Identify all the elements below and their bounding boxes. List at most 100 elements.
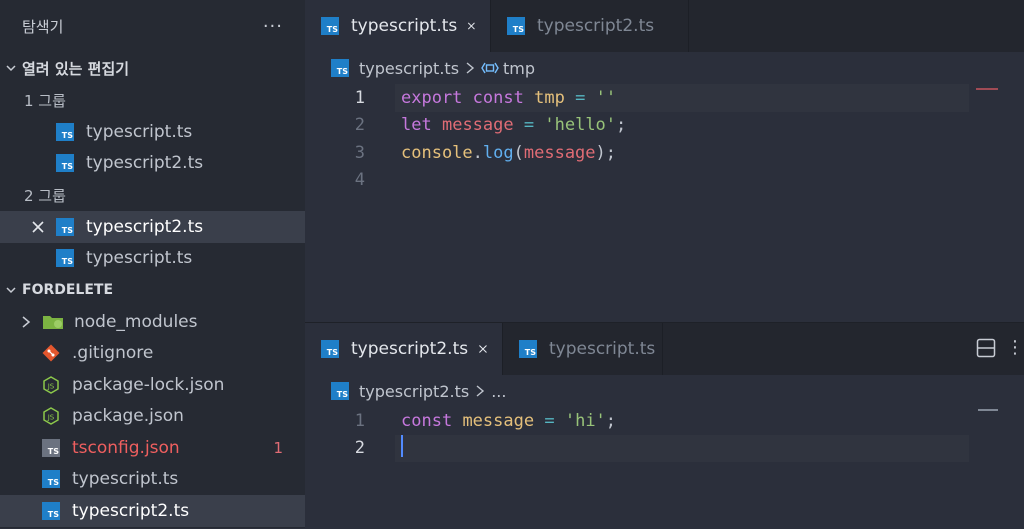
folder-section[interactable]: FORDELETE <box>0 274 305 306</box>
open-editor-item[interactable]: TS typescript.ts <box>0 243 305 275</box>
chevron-right-icon <box>22 316 31 328</box>
open-editors-section[interactable]: 열려 있는 편집기 <box>0 52 305 84</box>
breadcrumb: TS typescript.ts tmp <box>305 52 1024 84</box>
line-number: 1 <box>354 87 365 108</box>
file-name: typescript.ts <box>86 248 193 269</box>
line-text: let message = 'hello'; <box>401 115 627 136</box>
tab-typescript2-ts[interactable]: TS typescript2.ts <box>491 0 689 52</box>
code-line-current[interactable]: 2 <box>305 434 1024 463</box>
tab-bar: TS typescript.ts TS typescript2.ts <box>305 0 1024 52</box>
close-icon[interactable] <box>467 19 476 33</box>
folder-item-package-json[interactable]: JS package.json <box>0 401 305 433</box>
tab-label: typescript2.ts <box>537 16 655 36</box>
code-line[interactable]: 1 export const tmp = '' <box>305 84 1024 112</box>
typescript-file-icon: TS <box>56 154 74 173</box>
folder-icon <box>43 315 63 329</box>
file-name: typescript2.ts <box>72 500 190 521</box>
group-label: 1 그룹 <box>24 91 66 110</box>
typescript-file-icon: TS <box>321 17 339 35</box>
tab-typescript2-ts[interactable]: TS typescript2.ts <box>305 323 503 375</box>
folder-item-typescript2[interactable]: TS typescript2.ts <box>0 495 305 527</box>
typescript-file-icon: TS <box>321 340 339 358</box>
text-cursor <box>401 434 403 457</box>
typescript-file-icon: TS <box>56 122 74 141</box>
breadcrumb: TS typescript2.ts ... <box>305 375 1024 407</box>
line-number: 3 <box>354 142 365 163</box>
typescript-file-icon: TS <box>507 17 525 35</box>
open-editors-title: 열려 있는 편집기 <box>22 59 130 78</box>
git-icon <box>42 344 60 362</box>
editor-group-2: TS typescript2.ts TS typescript.ts ⋮ TS … <box>305 322 1024 529</box>
line-text: export const tmp = '' <box>401 87 617 108</box>
file-name: typescript2.ts <box>86 216 204 237</box>
line-number: 4 <box>354 170 365 191</box>
close-icon[interactable] <box>30 219 46 235</box>
explorer-title: 탐색기 <box>22 17 64 36</box>
folder-item-node-modules[interactable]: node_modules <box>0 306 305 338</box>
typescript-file-icon: TS <box>56 249 74 268</box>
nodejs-icon: JS <box>43 375 59 394</box>
chevron-down-icon <box>2 62 20 74</box>
code-line[interactable]: 3 console.log(message); <box>305 139 1024 167</box>
tab-label: typescript.ts <box>549 339 656 359</box>
line-number: 2 <box>354 438 365 459</box>
open-editor-item[interactable]: TS typescript2.ts <box>0 148 305 180</box>
split-editor-icon[interactable] <box>976 338 996 358</box>
folder-title: FORDELETE <box>22 282 114 298</box>
file-name: .gitignore <box>72 343 154 364</box>
tab-typescript-ts[interactable]: TS typescript.ts <box>503 323 663 375</box>
typescript-file-icon: TS <box>42 470 60 489</box>
editor-group-1: TS typescript.ts TS typescript2.ts TS ty… <box>305 0 1024 322</box>
group-label: 2 그룹 <box>24 186 66 205</box>
svg-text:JS: JS <box>47 414 55 422</box>
folder-item-gitignore[interactable]: .gitignore <box>0 338 305 370</box>
code-area[interactable]: 1 export const tmp = '' 2 let message = … <box>305 84 1024 194</box>
line-number: 1 <box>354 410 365 431</box>
breadcrumb-symbol[interactable]: tmp <box>503 59 535 78</box>
explorer-header: 탐색기 ··· <box>0 0 305 52</box>
chevron-right-icon <box>476 385 485 397</box>
file-name-error: tsconfig.json <box>72 437 180 458</box>
code-area[interactable]: 1 const message = 'hi'; 2 <box>305 407 1024 462</box>
variable-symbol-icon <box>481 62 499 74</box>
typescript-file-icon: TS <box>56 217 74 236</box>
more-actions-icon[interactable]: ⋮ <box>1006 337 1024 358</box>
typescript-file-icon: TS <box>519 340 537 358</box>
file-name: typescript2.ts <box>86 153 204 174</box>
breadcrumb-file[interactable]: typescript.ts <box>359 59 459 78</box>
line-text: console.log(message); <box>401 142 617 163</box>
folder-item-typescript[interactable]: TS typescript.ts <box>0 464 305 496</box>
line-text <box>401 434 403 462</box>
breadcrumb-more[interactable]: ... <box>491 382 506 401</box>
file-name: typescript.ts <box>72 469 179 490</box>
file-name: typescript.ts <box>86 121 193 142</box>
line-number: 2 <box>354 115 365 136</box>
folder-item-package-lock[interactable]: JS package-lock.json <box>0 369 305 401</box>
typescript-file-icon: TS <box>42 501 60 520</box>
open-editor-item[interactable]: TS typescript.ts <box>0 116 305 148</box>
file-name: package-lock.json <box>72 374 225 395</box>
error-count-badge: 1 <box>273 438 283 457</box>
chevron-right-icon <box>466 62 475 74</box>
code-line[interactable]: 1 const message = 'hi'; <box>305 407 1024 435</box>
tab-label: typescript2.ts <box>351 339 469 359</box>
file-name: package.json <box>72 406 184 427</box>
line-text: const message = 'hi'; <box>401 410 617 431</box>
tab-bar: TS typescript2.ts TS typescript.ts ⋮ <box>305 323 1024 375</box>
close-icon[interactable] <box>478 342 488 356</box>
more-actions-icon[interactable]: ··· <box>263 16 283 37</box>
open-editor-item-active[interactable]: TS typescript2.ts <box>0 211 305 243</box>
breadcrumb-file[interactable]: typescript2.ts <box>359 382 469 401</box>
file-name: node_modules <box>74 311 198 332</box>
explorer-sidebar: 탐색기 ··· 열려 있는 편집기 1 그룹 TS typescript.ts … <box>0 0 305 528</box>
folder-item-tsconfig[interactable]: TS tsconfig.json 1 <box>0 432 305 464</box>
code-line[interactable]: 2 let message = 'hello'; <box>305 112 1024 140</box>
nodejs-icon: JS <box>43 407 59 426</box>
chevron-down-icon <box>2 284 20 296</box>
code-line[interactable]: 4 <box>305 167 1024 195</box>
tsconfig-icon: TS <box>42 438 60 457</box>
tab-typescript-ts[interactable]: TS typescript.ts <box>305 0 491 52</box>
typescript-file-icon: TS <box>331 59 349 77</box>
svg-text:JS: JS <box>47 382 55 390</box>
typescript-file-icon: TS <box>331 382 349 400</box>
